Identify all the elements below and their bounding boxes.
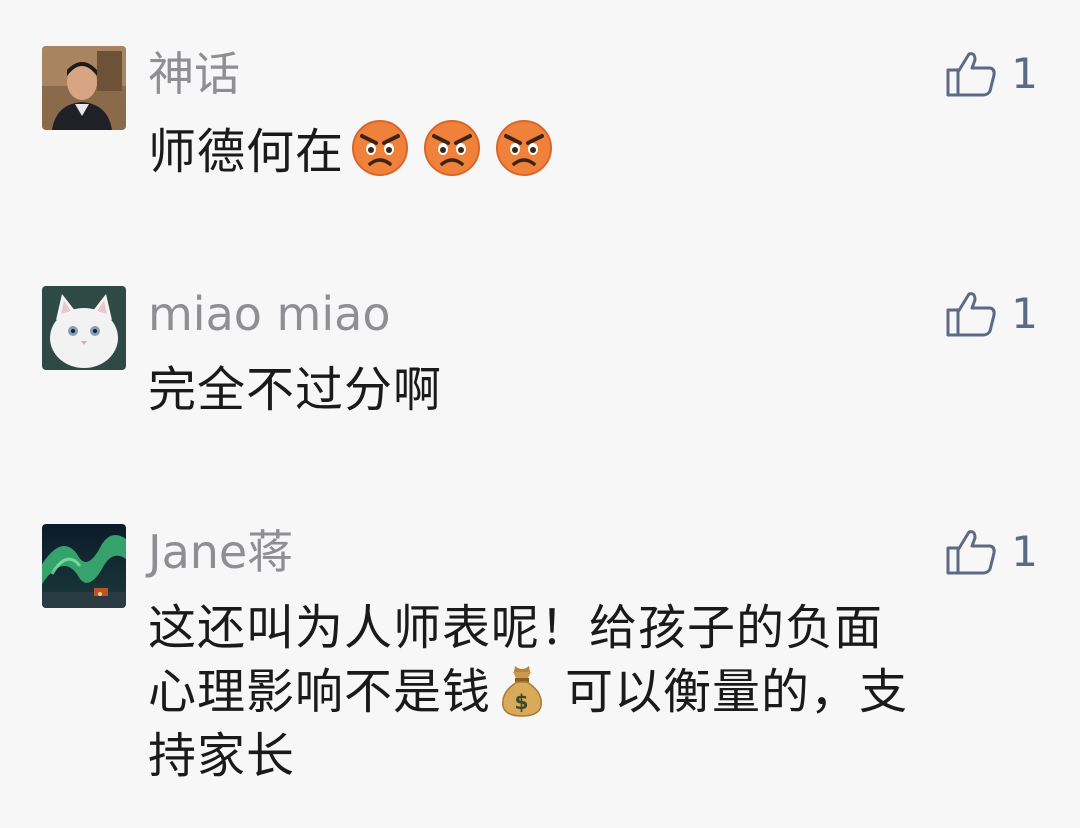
avatar[interactable] <box>42 46 126 130</box>
comment-text-segment: 心理影响不是钱 <box>148 664 492 720</box>
thumbs-up-icon <box>946 292 996 337</box>
commenter-name[interactable]: 神话 <box>148 46 240 102</box>
avatar-cat-image <box>42 286 126 370</box>
comment-text-content: 完全不过分啊 <box>148 362 443 418</box>
svg-text:$: $ <box>515 690 530 714</box>
like-count: 1 <box>1011 289 1038 338</box>
comment-text-line: 持家长 <box>148 728 296 784</box>
comment-text-line: 这还叫为人师表呢！给孩子的负面 <box>148 600 884 656</box>
comment-text: 师德何在 <box>148 118 1028 184</box>
comment-text-segment: 可以衡量的，支 <box>565 664 909 720</box>
like-count: 1 <box>1011 527 1038 576</box>
angry-face-icon <box>424 120 481 176</box>
comment-text: 完全不过分啊 <box>148 358 1028 422</box>
comment-text: 这还叫为人师表呢！给孩子的负面 心理影响不是钱 $ 可以衡量的，支 持家长 <box>148 596 1028 788</box>
comment-text-content: 师德何在 <box>148 124 345 180</box>
avatar-man-image <box>42 46 126 130</box>
like-button[interactable]: 1 <box>945 286 1038 342</box>
avatar[interactable] <box>42 524 126 608</box>
thumbs-up-icon <box>946 52 996 97</box>
angry-face-icon <box>496 120 553 176</box>
comment-list: 神话 1 师德何在 miao miao 1 完全不过分啊 Jane蒋 1 这还叫… <box>0 0 1080 828</box>
commenter-name[interactable]: Jane蒋 <box>148 524 293 580</box>
commenter-name[interactable]: miao miao <box>148 286 390 342</box>
thumbs-up-icon <box>946 530 996 575</box>
angry-face-icon <box>352 120 409 176</box>
avatar[interactable] <box>42 286 126 370</box>
like-button[interactable]: 1 <box>945 524 1038 580</box>
avatar-aurora-image <box>42 524 126 608</box>
like-count: 1 <box>1011 49 1038 98</box>
money-bag-icon: $ <box>502 666 542 717</box>
like-button[interactable]: 1 <box>945 46 1038 102</box>
comment-text-line: 心理影响不是钱 $ 可以衡量的，支 <box>148 660 1028 724</box>
